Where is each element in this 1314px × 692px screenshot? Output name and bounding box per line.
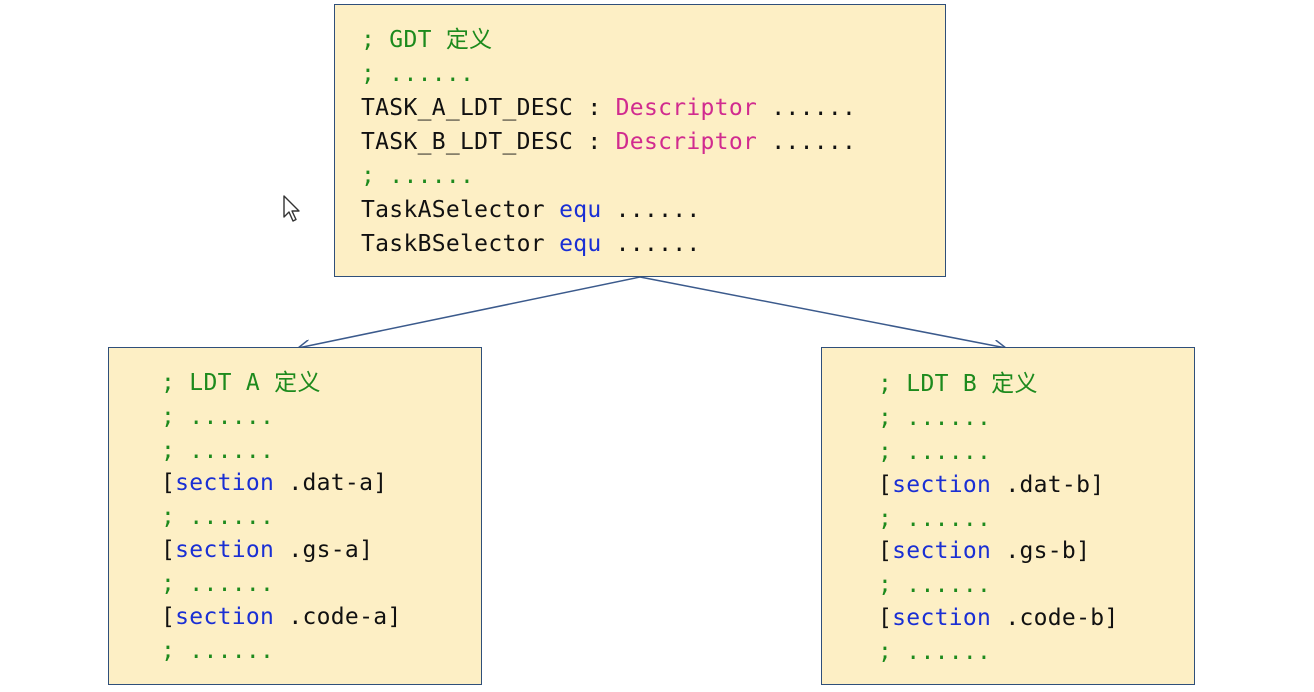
- ldt-b-comment-2: ; ......: [878, 439, 992, 465]
- ldt-b-section-code-keyword: section: [892, 605, 992, 631]
- ldt-b-section-dat-keyword: section: [892, 472, 992, 498]
- task-a-selector-equ: equ: [559, 197, 602, 223]
- ldt-a-section-gs-name: .gs-a]: [274, 537, 374, 563]
- ldt-b-section-gs-name: .gs-b]: [991, 538, 1091, 564]
- mouse-pointer-icon: [283, 195, 300, 222]
- ldt-a-comment-1: ; ......: [161, 404, 275, 430]
- gdt-ellipsis-comment: ; ......: [361, 61, 475, 87]
- ldt-b-section-code-open: [: [878, 605, 893, 631]
- arrow-gdt-to-ldt-a: [298, 276, 641, 348]
- gdt-ellipsis-comment-2: ; ......: [361, 163, 475, 189]
- ldt-a-section-dat-open: [: [161, 470, 176, 496]
- task-b-desc-tail: ......: [757, 129, 857, 155]
- ldt-a-comment-5: ; ......: [161, 638, 275, 664]
- gdt-task-a-selector-line: TaskASelector equ ......: [361, 193, 701, 227]
- ldt-a-section-code: [section .code-a]: [161, 600, 402, 634]
- ldt-b-comment-3: ; ......: [878, 506, 992, 532]
- ldt-a-comment-2: ; ......: [161, 438, 275, 464]
- task-b-selector-equ: equ: [559, 231, 602, 257]
- ldt-b-definition-box: ; LDT B 定义 ; ...... ; ...... [section .d…: [821, 347, 1195, 685]
- ldt-a-comment-3: ; ......: [161, 504, 275, 530]
- task-a-selector-name: TaskASelector: [361, 197, 560, 223]
- ldt-b-comment-5: ; ......: [878, 639, 992, 665]
- ldt-a-section-gs-keyword: section: [175, 537, 275, 563]
- ldt-b-section-dat: [section .dat-b]: [878, 468, 1104, 502]
- task-a-desc-name: TASK_A_LDT_DESC :: [361, 95, 616, 121]
- arrow-gdt-to-ldt-b: [639, 276, 1006, 348]
- ldt-b-section-gs-open: [: [878, 538, 893, 564]
- task-b-selector-name: TaskBSelector: [361, 231, 560, 257]
- ldt-a-section-code-keyword: section: [175, 604, 275, 630]
- task-b-desc-name: TASK_B_LDT_DESC :: [361, 129, 616, 155]
- gdt-task-a-desc-line: TASK_A_LDT_DESC : Descriptor ......: [361, 91, 856, 125]
- gdt-definition-box: ; GDT 定义 ; ...... TASK_A_LDT_DESC : Desc…: [334, 4, 946, 277]
- ldt-a-section-dat-name: .dat-a]: [274, 470, 388, 496]
- ldt-b-section-dat-name: .dat-b]: [991, 472, 1105, 498]
- task-a-desc-type: Descriptor: [615, 95, 758, 121]
- ldt-a-section-gs: [section .gs-a]: [161, 533, 373, 567]
- ldt-b-section-gs-keyword: section: [892, 538, 992, 564]
- ldt-b-section-code: [section .code-b]: [878, 601, 1119, 635]
- task-a-selector-tail: ......: [601, 197, 701, 223]
- task-a-desc-tail: ......: [757, 95, 857, 121]
- ldt-a-section-gs-open: [: [161, 537, 176, 563]
- task-b-selector-tail: ......: [601, 231, 701, 257]
- ldt-a-comment-4: ; ......: [161, 571, 275, 597]
- ldt-a-definition-box: ; LDT A 定义 ; ...... ; ...... [section .d…: [108, 347, 482, 685]
- ldt-a-title-comment: ; LDT A 定义: [161, 370, 321, 396]
- gdt-task-b-desc-line: TASK_B_LDT_DESC : Descriptor ......: [361, 125, 856, 159]
- gdt-task-b-selector-line: TaskBSelector equ ......: [361, 227, 701, 261]
- ldt-b-section-gs: [section .gs-b]: [878, 534, 1090, 568]
- ldt-b-title-comment: ; LDT B 定义: [878, 371, 1038, 397]
- task-b-desc-type: Descriptor: [615, 129, 758, 155]
- ldt-b-comment-1: ; ......: [878, 405, 992, 431]
- ldt-a-section-code-open: [: [161, 604, 176, 630]
- ldt-b-section-code-name: .code-b]: [991, 605, 1119, 631]
- gdt-title-comment: ; GDT 定义: [361, 27, 493, 53]
- ldt-a-section-code-name: .code-a]: [274, 604, 402, 630]
- ldt-b-comment-4: ; ......: [878, 572, 992, 598]
- ldt-a-section-dat-keyword: section: [175, 470, 275, 496]
- ldt-a-section-dat: [section .dat-a]: [161, 466, 387, 500]
- ldt-b-section-dat-open: [: [878, 472, 893, 498]
